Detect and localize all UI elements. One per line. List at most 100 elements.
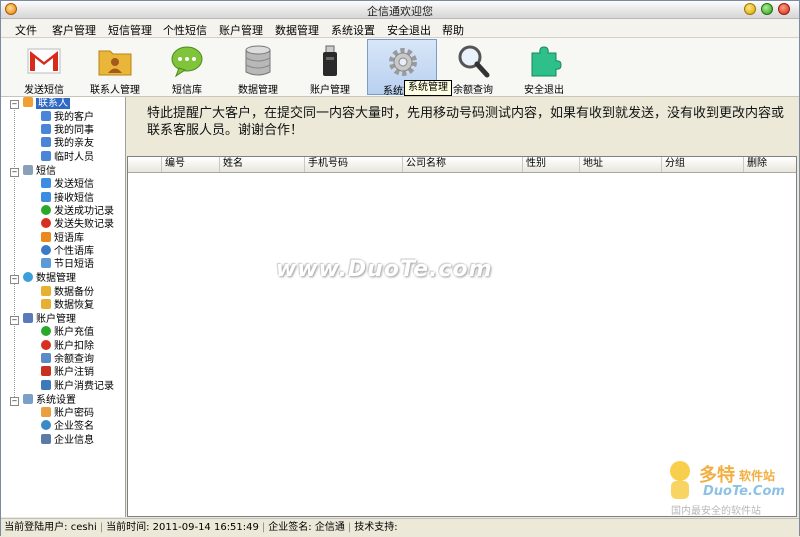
tree-item-phrase-library[interactable]: 短语库 (41, 232, 84, 245)
close-button[interactable] (778, 3, 790, 15)
column-header-phone[interactable]: 手机号码 (305, 157, 403, 172)
tree-item-send-failure[interactable]: 发送失败记录 (41, 218, 114, 231)
gmail-m-icon (27, 48, 61, 74)
maximize-button[interactable] (761, 3, 773, 15)
menu-settings[interactable]: 系统设置 (331, 22, 375, 38)
tree-item-balance[interactable]: 余额查询 (41, 353, 94, 366)
logo-suffix: 软件站 (739, 469, 776, 483)
tree-item-my-colleagues[interactable]: 我的同事 (41, 124, 94, 137)
tool-label: 账户管理 (310, 85, 350, 96)
tree-group-settings[interactable]: 系统设置 (23, 394, 76, 407)
menu-data[interactable]: 数据管理 (275, 22, 319, 38)
collapse-toggle[interactable]: − (10, 275, 19, 284)
tree-item-cancel-account[interactable]: 账户注销 (41, 366, 94, 379)
tree-item-my-family[interactable]: 我的亲友 (41, 137, 94, 150)
tree-item-recharge[interactable]: 账户充值 (41, 326, 94, 339)
tool-label: 安全退出 (524, 85, 564, 96)
chat-bubble-icon (171, 46, 203, 78)
tool-send-sms[interactable]: 发送短信 (9, 39, 79, 96)
status-sign: 企信通 (314, 522, 345, 533)
tree-item-company-signature[interactable]: 企业签名 (41, 420, 94, 433)
tree-item-consumption-record[interactable]: 账户消费记录 (41, 380, 114, 393)
logo-site: DuoTe.Com (703, 484, 785, 499)
usb-drive-icon (323, 45, 337, 76)
tree-item-send-success[interactable]: 发送成功记录 (41, 205, 114, 218)
cancel-icon (41, 366, 51, 376)
tree-group-sms[interactable]: 短信 (23, 165, 56, 178)
notice-text: 特此提醒广大客户，在提交同一内容大量时，先用移动号码测试内容，如果有收到就发送，… (147, 106, 785, 138)
window-title: 企信通欢迎您 (367, 5, 433, 18)
menu-file[interactable]: 文件 (15, 22, 37, 38)
tool-safe-exit[interactable]: 安全退出 (509, 39, 579, 96)
column-header-select[interactable] (128, 157, 162, 172)
tree-group-data[interactable]: 数据管理 (23, 272, 76, 285)
tree-group-account[interactable]: 账户管理 (23, 313, 76, 326)
tree-group-contacts[interactable]: 联系人 (23, 97, 70, 110)
menu-exit[interactable]: 安全退出 (387, 22, 431, 38)
magnifier-icon (458, 45, 490, 78)
tree-item-receive-sms[interactable]: 接收短信 (41, 192, 94, 205)
collapse-toggle[interactable]: − (10, 100, 19, 109)
collapse-toggle[interactable]: − (10, 168, 19, 177)
account-icon (23, 313, 33, 323)
tree-item-deduct[interactable]: 账户扣除 (41, 340, 94, 353)
collapse-toggle[interactable]: − (10, 316, 19, 325)
status-user-label: 当前登陆用户: (4, 522, 68, 533)
tool-label: 数据管理 (238, 85, 278, 96)
column-header-group[interactable]: 分组 (662, 157, 744, 172)
puzzle-icon (531, 46, 562, 77)
column-header-name[interactable]: 姓名 (220, 157, 305, 172)
tool-sms-library[interactable]: 短信库 (152, 39, 222, 96)
tree-item-my-customers[interactable]: 我的客户 (41, 111, 94, 124)
gear-icon (389, 48, 417, 76)
inbox-icon (41, 192, 51, 202)
tool-label: 短信库 (172, 85, 202, 96)
tree-item-send-sms[interactable]: 发送短信 (41, 178, 94, 191)
menu-account[interactable]: 账户管理 (219, 22, 263, 38)
tree-item-temp-staff[interactable]: 临时人员 (41, 151, 94, 164)
collapse-toggle[interactable]: − (10, 397, 19, 406)
tool-label: 发送短信 (24, 85, 64, 96)
check-icon (41, 205, 51, 215)
tool-label: 联系人管理 (90, 85, 140, 96)
duote-logo: 多特 软件站 DuoTe.Com 国内最安全的软件站 (665, 457, 797, 517)
tree-item-data-backup[interactable]: 数据备份 (41, 286, 94, 299)
menu-bar: 文件 客户管理 短信管理 个性短信 账户管理 数据管理 系统设置 安全退出 帮助 (1, 19, 799, 38)
person-icon (41, 111, 51, 121)
info-icon (41, 434, 51, 444)
menu-sms[interactable]: 短信管理 (108, 22, 152, 38)
status-support-label: 技术支持: (354, 522, 398, 533)
contacts-group-icon (23, 97, 33, 107)
person-icon (41, 124, 51, 134)
navigation-tree: − 联系人 我的客户 我的同事 我的亲友 临时人员 − 短信 发送短信 接收短信… (1, 97, 126, 517)
menu-customers[interactable]: 客户管理 (52, 22, 96, 38)
menu-help[interactable]: 帮助 (442, 22, 464, 38)
column-header-delete[interactable]: 删除 (744, 157, 796, 172)
minimize-button[interactable] (744, 3, 756, 15)
custom-icon (41, 245, 51, 255)
column-header-address[interactable]: 地址 (580, 157, 662, 172)
calendar-icon (41, 258, 51, 268)
status-sign-label: 企业签名: (268, 522, 312, 533)
tree-item-company-info[interactable]: 企业信息 (41, 434, 94, 447)
tree-item-holiday-phrases[interactable]: 节日短语 (41, 258, 94, 271)
tool-data-management[interactable]: 数据管理 (223, 39, 293, 96)
tool-account-management[interactable]: 账户管理 (295, 39, 365, 96)
grid-header: 编号 姓名 手机号码 公司名称 性别 地址 分组 删除 (128, 157, 796, 173)
status-bar: 当前登陆用户: ceshi | 当前时间: 2011-09-14 16:51:49 |… (1, 518, 799, 537)
settings-icon (23, 394, 33, 404)
column-header-id[interactable]: 编号 (162, 157, 220, 172)
watermark-text: www.DuoTe.com (276, 257, 493, 282)
tool-contacts[interactable]: 联系人管理 (80, 39, 150, 96)
restore-icon (41, 299, 51, 309)
column-header-company[interactable]: 公司名称 (403, 157, 523, 172)
tree-item-custom-library[interactable]: 个性语库 (41, 245, 94, 258)
mascot-icon (670, 461, 690, 499)
envelope-icon (23, 165, 33, 175)
globe-icon (41, 420, 51, 430)
add-icon (41, 326, 51, 336)
column-header-gender[interactable]: 性别 (523, 157, 580, 172)
menu-personal-sms[interactable]: 个性短信 (163, 22, 207, 38)
tree-item-data-restore[interactable]: 数据恢复 (41, 299, 94, 312)
tree-item-account-password[interactable]: 账户密码 (41, 407, 94, 420)
